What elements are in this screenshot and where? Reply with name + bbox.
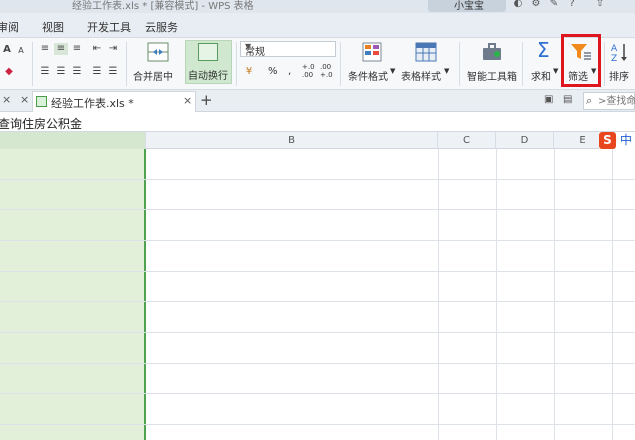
close-icon[interactable]: × <box>20 93 29 106</box>
ribbon-toolbar: A A ◆ ≡ ≡ ≡ ⇤ ⇥ ☰ ☰ ☰ ☰ ☰ 合并居中 自动换行 常规 ▼… <box>0 38 635 90</box>
ime-mode: 中 <box>620 133 633 147</box>
currency-icon[interactable]: ¥ <box>242 66 256 78</box>
wrap-text-label: 自动换行 <box>188 71 228 82</box>
grid-line <box>554 149 555 440</box>
sum-icon[interactable]: Σ <box>537 39 550 61</box>
spreadsheet-file-icon <box>36 96 47 107</box>
number-format-select[interactable]: 常规 ▼ <box>240 41 336 58</box>
table-style-icon[interactable] <box>414 41 438 63</box>
settings-icon[interactable]: ⚙ <box>530 0 542 10</box>
collapse-ribbon-icon[interactable]: ⇧ <box>594 0 606 10</box>
grid-line <box>612 149 613 440</box>
grid-line <box>0 271 635 272</box>
sort-icon[interactable]: A Z <box>609 41 633 63</box>
grid-line <box>0 424 635 425</box>
grid-line <box>0 332 635 333</box>
feedback-icon[interactable]: ✎ <box>548 0 560 10</box>
menu-review[interactable]: 审阅 <box>0 19 19 35</box>
sort-button[interactable]: 排序 <box>609 68 629 83</box>
user-name: 小宝宝 <box>454 1 484 12</box>
chevron-down-icon: ▼ <box>245 42 252 51</box>
menu-bar: 审阅 视图 开发工具 云服务 <box>0 13 635 38</box>
grid-line <box>496 149 497 440</box>
grid-line <box>0 301 635 302</box>
grid-line <box>438 149 439 440</box>
chevron-down-icon: ▼ <box>390 67 396 75</box>
window-title: 经验工作表.xls * [兼容模式] - WPS 表格 <box>72 1 254 12</box>
skin-icon[interactable]: ◐ <box>512 0 524 10</box>
column-header-c[interactable]: C <box>438 132 496 149</box>
align-top-icon[interactable]: ≡ <box>38 43 52 55</box>
cell-grid[interactable] <box>0 149 635 440</box>
help-icon[interactable]: ? <box>566 0 578 10</box>
command-search-input[interactable] <box>598 94 635 108</box>
menu-cloud[interactable]: 云服务 <box>145 19 178 35</box>
grid-line <box>0 179 635 180</box>
distributed-icon[interactable]: ☰ <box>106 66 120 78</box>
sogou-logo-icon: S <box>599 132 616 149</box>
indent-decrease-icon[interactable]: ⇤ <box>90 43 104 55</box>
clear-format-icon[interactable]: ◆ <box>2 66 16 78</box>
menu-developer[interactable]: 开发工具 <box>87 19 131 35</box>
conditional-format-button[interactable]: 条件格式 <box>348 68 388 83</box>
indent-increase-icon[interactable]: ⇥ <box>106 43 120 55</box>
formula-bar: 查询住房公积金 <box>0 112 635 132</box>
document-tab-name: 经验工作表.xls * <box>51 97 134 110</box>
sum-button[interactable]: 求和 <box>531 68 551 83</box>
align-right-icon[interactable]: ☰ <box>70 66 84 78</box>
chevron-down-icon: ▼ <box>444 67 450 75</box>
decrease-decimal-button[interactable]: .00 +.0 <box>320 63 336 79</box>
selected-column-a[interactable] <box>0 149 146 440</box>
column-header-b[interactable]: B <box>146 132 438 149</box>
ime-indicator[interactable]: S 中 <box>599 132 635 149</box>
table-style-button[interactable]: 表格样式 <box>401 68 441 83</box>
menu-view[interactable]: 视图 <box>42 19 64 35</box>
wrap-text-button[interactable]: 自动换行 <box>185 40 232 84</box>
merge-center-button[interactable]: 合并居中 <box>133 68 173 83</box>
align-middle-icon[interactable]: ≡ <box>54 43 68 55</box>
svg-text:A: A <box>611 44 618 54</box>
grid-line <box>0 209 635 210</box>
column-header-a[interactable] <box>0 132 146 149</box>
thousands-button[interactable]: , <box>288 66 291 77</box>
wrap-text-icon <box>198 43 218 61</box>
filter-highlight-box <box>561 34 601 87</box>
new-tab-button[interactable]: + <box>200 91 213 109</box>
command-search[interactable]: ⌕ <box>583 92 635 110</box>
conditional-format-icon[interactable] <box>360 41 384 63</box>
formula-content[interactable]: 查询住房公积金 <box>0 115 82 132</box>
chevron-down-icon: ▼ <box>553 67 559 75</box>
grid-line <box>0 363 635 364</box>
column-header-d[interactable]: D <box>496 132 554 149</box>
prev-tab-close-icon[interactable]: × <box>2 93 11 106</box>
comment-icon[interactable]: ▤ <box>563 94 572 105</box>
justify-icon[interactable]: ☰ <box>90 66 104 78</box>
percent-button[interactable]: % <box>268 66 278 77</box>
smart-toolbox-button[interactable]: 智能工具箱 <box>467 68 517 83</box>
close-tab-icon[interactable]: × <box>183 94 192 107</box>
document-tab-bar: × × 经验工作表.xls * × + ▣ ▤ ⌕ <box>0 90 635 112</box>
column-header-row: B C D E <box>0 132 635 149</box>
title-bar: 经验工作表.xls * [兼容模式] - WPS 表格 小宝宝 ◐ ⚙ ✎ ? … <box>0 0 635 13</box>
grid-line <box>0 240 635 241</box>
svg-text:Z: Z <box>611 54 617 63</box>
increase-decimal-button[interactable]: +.0 .00 <box>302 63 318 79</box>
font-shrink-button[interactable]: A <box>14 45 28 57</box>
search-icon: ⌕ <box>586 94 593 107</box>
align-center-icon[interactable]: ☰ <box>54 66 68 78</box>
smart-toolbox-icon[interactable] <box>480 41 504 63</box>
merge-center-icon[interactable] <box>146 41 170 63</box>
font-grow-button[interactable]: A <box>0 44 14 56</box>
align-bottom-icon[interactable]: ≡ <box>70 43 84 55</box>
user-account[interactable]: 小宝宝 <box>428 0 506 12</box>
grid-line <box>0 393 635 394</box>
share-icon[interactable]: ▣ <box>544 94 553 105</box>
document-tab[interactable]: 经验工作表.xls * × <box>32 91 196 112</box>
align-left-icon[interactable]: ☰ <box>38 66 52 78</box>
